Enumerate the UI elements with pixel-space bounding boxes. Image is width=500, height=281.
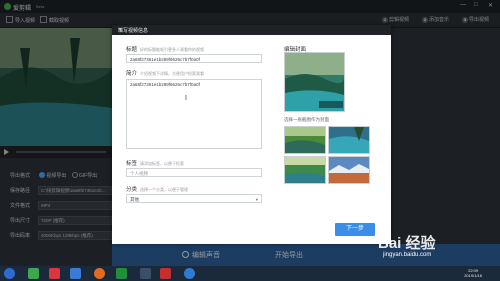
tag-label-text: 标签	[126, 161, 138, 167]
intro-hint: 介绍视频下详情，方便用户检索观看	[140, 71, 205, 76]
thumb-2-image	[329, 127, 369, 153]
app-icon-6[interactable]	[140, 268, 151, 279]
app-icon-7[interactable]	[160, 268, 171, 279]
thumb-3-image	[285, 157, 325, 183]
cover-preview-image	[285, 53, 344, 111]
tag-hint: 请添加标签，以便于检索	[140, 161, 185, 166]
app-icon-2[interactable]	[49, 268, 60, 279]
cover-thumb-4[interactable]	[328, 156, 370, 184]
title-label-text: 标题	[126, 47, 138, 53]
category-label-text: 分类	[126, 187, 138, 193]
intro-field-label: 简介 介绍视频下详情，方便用户检索观看	[126, 69, 204, 77]
category-select[interactable]: 其他 ▾	[126, 194, 262, 203]
intro-textarea[interactable]: 2a68f27361e1b289f6626c7b7f0a0f	[126, 79, 262, 149]
tag-field-label: 标签 请添加标签，以便于检索	[126, 159, 184, 167]
video-info-dialog: 填写视频信息 ✕ 标题 好的标题能吸引更多人观看你的视频 2a68f27361e1…	[112, 25, 391, 244]
next-step-button[interactable]: 下一步	[335, 223, 375, 236]
thumb-1-image	[285, 127, 325, 153]
windows-taskbar: 22:09 2019/1/16	[0, 266, 500, 281]
category-hint: 选择一个分类，以便于管理	[140, 187, 189, 192]
cover-thumb-2[interactable]	[328, 126, 370, 154]
chevron-down-icon: ▾	[255, 197, 258, 202]
app-icon-1[interactable]	[28, 268, 39, 279]
start-icon[interactable]	[4, 268, 15, 279]
baidu-watermark-url: jingyan.baidu.com	[383, 252, 432, 258]
app-icon-3[interactable]	[70, 268, 81, 279]
dialog-close-button[interactable]: ✕	[118, 27, 385, 33]
category-value: 其他	[130, 197, 139, 202]
firefox-icon[interactable]	[94, 268, 105, 279]
cover-thumb-1[interactable]	[284, 126, 326, 154]
cover-preview[interactable]	[284, 52, 345, 112]
choose-cover-label: 选择一张截图作为封面	[284, 117, 329, 122]
system-clock[interactable]: 22:09 2019/1/16	[464, 268, 482, 278]
title-input[interactable]: 2a68f27361e1b289f6626c7b7f0a0f	[126, 54, 262, 63]
cover-thumb-3[interactable]	[284, 156, 326, 184]
app-icon-8[interactable]	[184, 268, 195, 279]
baidu-watermark: Bai 经验	[378, 235, 436, 252]
dialog-titlebar: 填写视频信息 ✕	[112, 25, 391, 35]
text-cursor-icon: I	[185, 95, 187, 102]
category-field-label: 分类 选择一个分类，以便于管理	[126, 185, 188, 193]
tag-input[interactable]: 个人视频	[126, 168, 262, 177]
intro-label-text: 简介	[126, 71, 138, 77]
title-field-label: 标题 好的标题能吸引更多人观看你的视频	[126, 45, 204, 53]
app-icon-5[interactable]	[116, 268, 127, 279]
thumb-4-image	[329, 157, 369, 183]
clock-date: 2019/1/16	[464, 273, 482, 278]
title-hint: 好的标题能吸引更多人观看你的视频	[140, 47, 205, 52]
